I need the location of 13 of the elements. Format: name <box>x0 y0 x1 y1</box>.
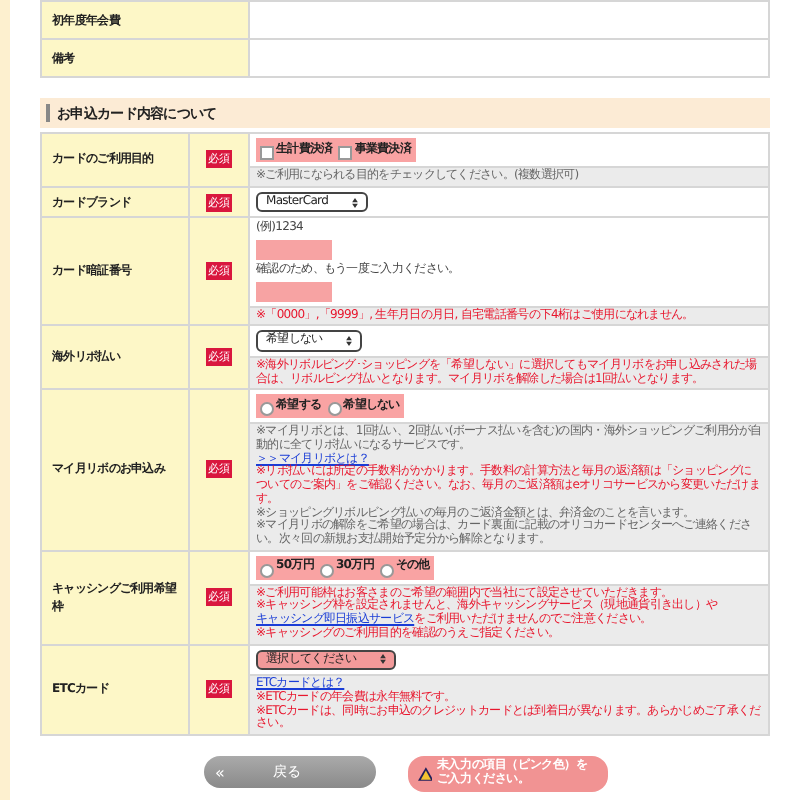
input-field[interactable] <box>256 281 332 301</box>
radio-button[interactable] <box>327 402 342 417</box>
radio-button[interactable] <box>319 563 334 578</box>
radio-button[interactable] <box>260 402 274 417</box>
warning-icon <box>417 764 433 785</box>
checkbox[interactable] <box>260 146 274 160</box>
radio-button[interactable] <box>379 563 394 578</box>
input-field[interactable] <box>256 239 332 260</box>
updown-arrow-icon <box>380 654 387 665</box>
updown-arrow-icon <box>352 197 359 208</box>
updown-arrow-icon <box>346 336 353 347</box>
radio-button[interactable] <box>260 563 274 578</box>
checkbox[interactable] <box>338 146 353 160</box>
